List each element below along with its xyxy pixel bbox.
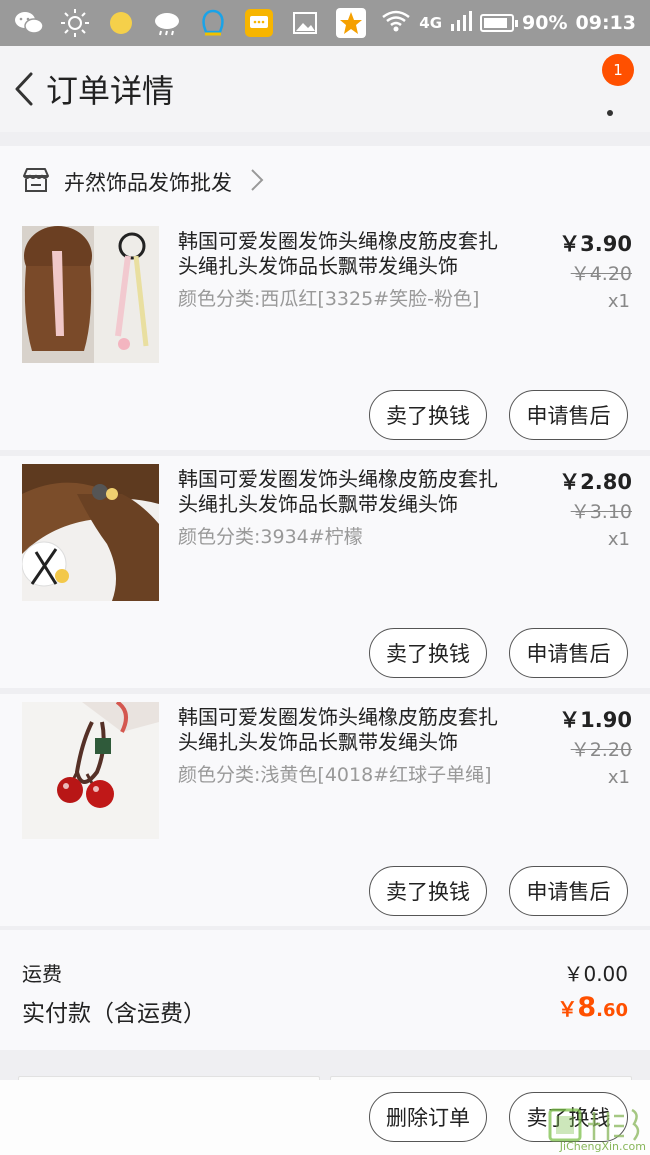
after-sale-button[interactable]: 申请售后 (509, 390, 628, 440)
product-quantity: x1 (607, 529, 630, 550)
order-item: 韩国可爱发圈发饰头绳橡皮筋皮套扎头绳扎头发饰品长飘带发绳头饰 颜色分类:浅黄色[… (0, 694, 650, 926)
title-bar: 订单详情 1 (0, 46, 650, 132)
network-type: 4G (419, 14, 443, 32)
shipping-label: 运费 (22, 962, 62, 986)
sell-button[interactable]: 卖了换钱 (369, 390, 487, 440)
signal-icon (450, 10, 473, 37)
notification-badge: 1 (602, 54, 634, 86)
battery-level (484, 18, 508, 28)
product-variant: 颜色分类:浅黄色[4018#红球子单绳] (178, 764, 492, 786)
product-original-price: ￥2.20 (570, 739, 632, 761)
paid-decimal: .60 (596, 1000, 628, 1021)
brightness-icon (60, 8, 90, 38)
taobao-icon (336, 8, 366, 38)
order-item: 韩国可爱发圈发饰头绳橡皮筋皮套扎头绳扎头发饰品长飘带发绳头饰 颜色分类:3934… (0, 456, 650, 688)
wechat-icon (14, 8, 44, 38)
shop-name: 卉然饰品发饰批发 (64, 171, 232, 195)
product-price: ￥2.80 (559, 470, 632, 494)
more-dot-icon (607, 110, 613, 116)
product-name[interactable]: 韩国可爱发圈发饰头绳橡皮筋皮套扎头绳扎头发饰品长飘带发绳头饰 (178, 467, 508, 517)
product-name[interactable]: 韩国可爱发圈发饰头绳橡皮筋皮套扎头绳扎头发饰品长飘带发绳头饰 (178, 229, 508, 279)
battery-percent: 90% (522, 12, 568, 34)
paid-currency: ￥ (557, 997, 578, 1021)
weather-icon (152, 8, 182, 38)
moon-icon (106, 8, 136, 38)
notification-icons (14, 8, 381, 38)
delete-order-button[interactable]: 删除订单 (369, 1092, 487, 1142)
message-icon (244, 8, 274, 38)
product-quantity: x1 (607, 291, 630, 312)
product-variant: 颜色分类:3934#柠檬 (178, 526, 363, 548)
battery-icon (480, 14, 519, 32)
store-icon (22, 167, 50, 197)
page-title: 订单详情 (46, 72, 175, 110)
product-image[interactable] (22, 464, 159, 601)
product-variant: 颜色分类:西瓜红[3325#笑脸-粉色] (178, 288, 480, 310)
clock: 09:13 (575, 12, 636, 34)
status-bar: 4G 90% 09:13 (0, 0, 650, 46)
chevron-right-icon (250, 168, 264, 196)
order-summary: 运费 ￥0.00 实付款（含运费） ￥8.60 (0, 930, 650, 1050)
back-arrow-icon (15, 72, 33, 106)
paid-amount: ￥8.60 (557, 992, 628, 1023)
order-item: 韩国可爱发圈发饰头绳橡皮筋皮套扎头绳扎头发饰品长飘带发绳头饰 颜色分类:西瓜红[… (0, 218, 650, 450)
sell-button[interactable]: 卖了换钱 (369, 866, 487, 916)
gallery-icon (290, 8, 320, 38)
product-price: ￥3.90 (559, 232, 632, 256)
product-image[interactable] (22, 702, 159, 839)
paid-integer: 8 (577, 992, 597, 1023)
product-price: ￥1.90 (559, 708, 632, 732)
product-original-price: ￥4.20 (570, 263, 632, 285)
qq-icon (198, 8, 228, 38)
status-right: 4G 90% 09:13 (381, 9, 636, 38)
product-quantity: x1 (607, 767, 630, 788)
paid-label: 实付款（含运费） (22, 1001, 206, 1027)
back-button[interactable] (2, 46, 46, 132)
product-image[interactable] (22, 226, 159, 363)
after-sale-button[interactable]: 申请售后 (509, 866, 628, 916)
wifi-icon (381, 9, 411, 38)
product-original-price: ￥3.10 (570, 501, 632, 523)
shipping-value: ￥0.00 (563, 962, 628, 986)
sell-button[interactable]: 卖了换钱 (369, 628, 487, 678)
watermark-text: JiChengXin.com (559, 1140, 646, 1153)
shop-row[interactable]: 卉然饰品发饰批发 (0, 146, 650, 218)
product-name[interactable]: 韩国可爱发圈发饰头绳橡皮筋皮套扎头绳扎头发饰品长飘带发绳头饰 (178, 705, 508, 755)
after-sale-button[interactable]: 申请售后 (509, 628, 628, 678)
